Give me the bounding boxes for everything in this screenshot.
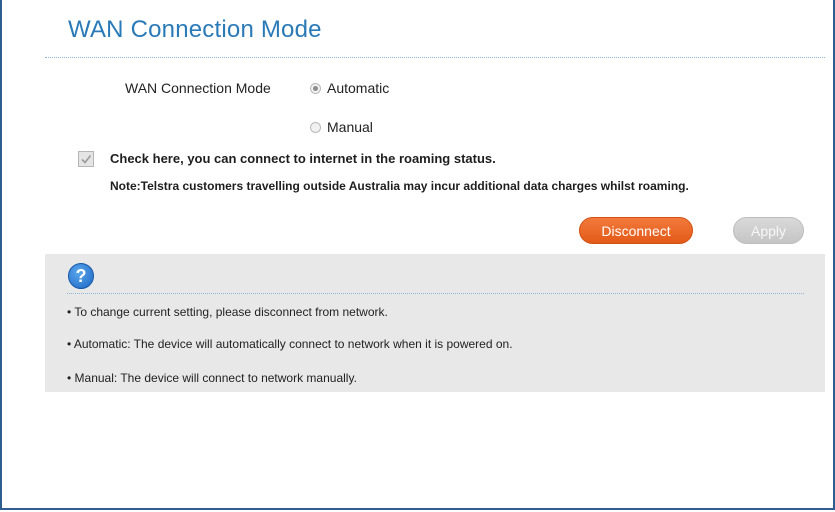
radio-automatic[interactable]: Automatic [310,80,389,96]
page-frame: WAN Connection Mode WAN Connection Mode … [0,0,835,510]
checkmark-icon [81,155,92,164]
radio-manual-button[interactable] [310,121,321,133]
page-title: WAN Connection Mode [68,16,322,43]
roaming-checkbox[interactable] [78,151,94,167]
radio-automatic-label: Automatic [327,80,390,96]
apply-button[interactable]: Apply [733,217,804,244]
roaming-checkbox-label: Check here, you can connect to internet … [110,151,496,166]
wan-mode-label: WAN Connection Mode [125,80,271,96]
help-divider [67,293,804,294]
disconnect-button[interactable]: Disconnect [579,217,693,244]
help-question-icon: ? [68,263,94,289]
radio-manual-label: Manual [327,119,373,135]
help-panel: ? • To change current setting, please di… [45,254,825,392]
roaming-note: Note:Telstra customers travelling outsid… [110,179,689,193]
help-line: • Automatic: The device will automatical… [67,337,513,351]
help-line: • Manual: The device will connect to net… [67,371,357,385]
help-line: • To change current setting, please disc… [67,305,388,319]
radio-manual[interactable]: Manual [310,119,373,135]
radio-automatic-button[interactable] [310,82,321,94]
title-divider [45,57,825,58]
